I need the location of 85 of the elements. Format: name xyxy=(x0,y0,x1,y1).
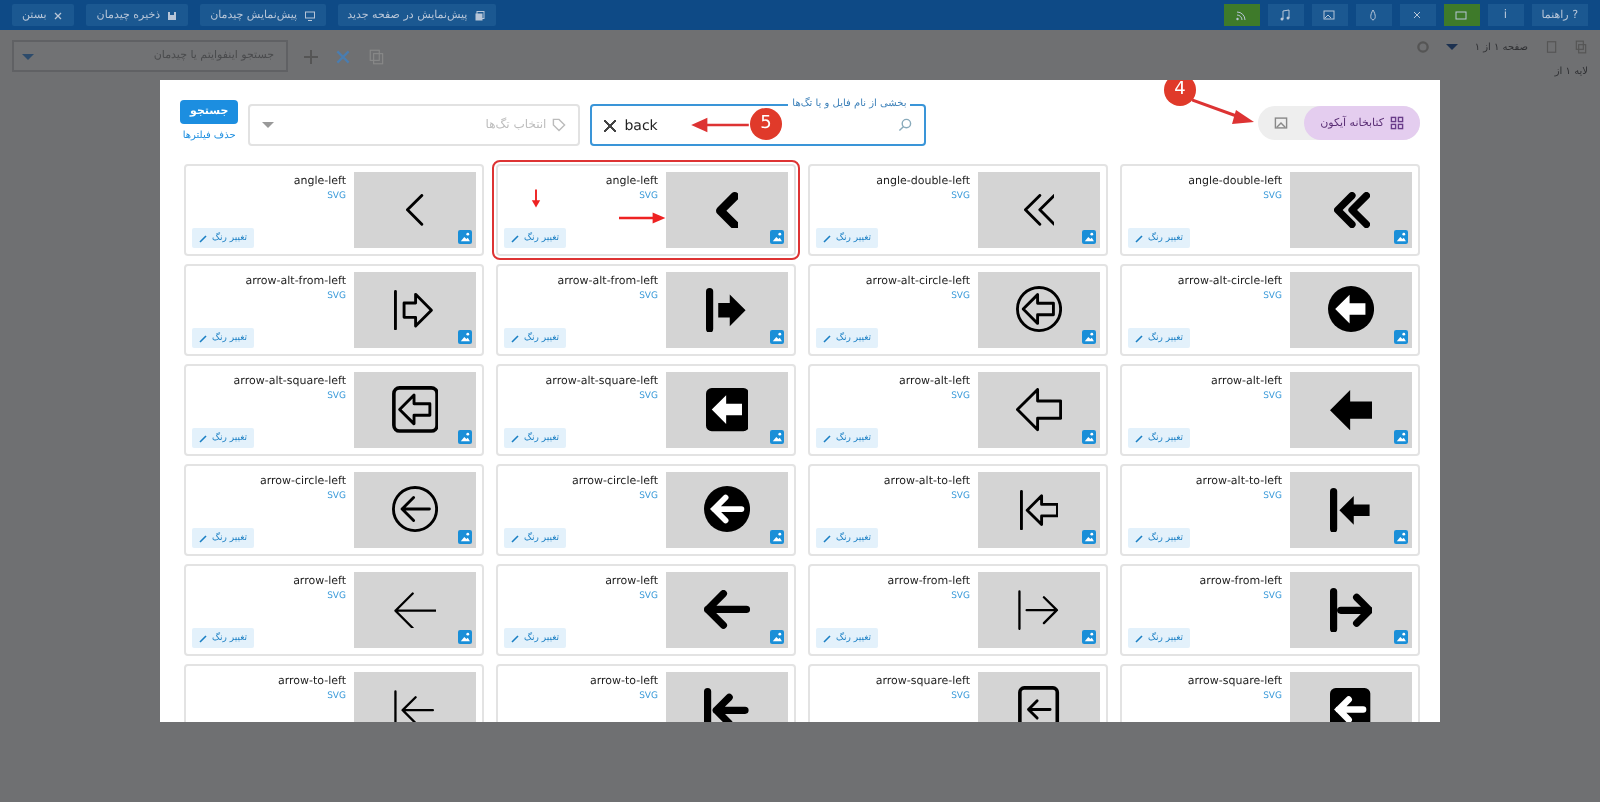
step-badge: 4 xyxy=(1164,80,1196,106)
tool-button[interactable] xyxy=(1355,4,1392,26)
arrow-icon xyxy=(703,590,751,630)
brush-icon xyxy=(510,433,520,443)
rss-icon xyxy=(1234,8,1249,22)
arrow-icon xyxy=(1329,587,1373,633)
image-icon[interactable] xyxy=(1082,230,1096,244)
image-icon[interactable] xyxy=(770,230,784,244)
caret-icon xyxy=(262,122,275,128)
annotation-arrow xyxy=(690,116,750,134)
image-icon[interactable] xyxy=(770,430,784,444)
arrow-icon xyxy=(394,689,436,722)
image-icon[interactable] xyxy=(1394,630,1408,644)
image-icon[interactable] xyxy=(1394,530,1408,544)
arrow-icon xyxy=(1330,688,1372,722)
tool-button[interactable] xyxy=(1443,4,1480,26)
caret-icon[interactable] xyxy=(1446,44,1459,50)
image-icon[interactable] xyxy=(770,530,784,544)
arrow-icon xyxy=(1018,589,1060,631)
image-icon[interactable] xyxy=(1082,630,1096,644)
image-icon xyxy=(1322,8,1337,22)
arrow-icon xyxy=(1023,194,1055,226)
arrow-icon xyxy=(1333,192,1369,228)
brush-icon xyxy=(1134,433,1144,443)
close-icon xyxy=(1410,8,1425,22)
caret-icon xyxy=(22,53,34,59)
image-icon[interactable] xyxy=(770,330,784,344)
image-icon[interactable] xyxy=(458,530,472,544)
image-icon[interactable] xyxy=(1082,330,1096,344)
arrow-icon xyxy=(393,591,437,629)
brush-icon xyxy=(510,633,520,643)
grid-icon xyxy=(1390,116,1404,130)
arrow-icon xyxy=(1329,389,1373,431)
annotation-arrow xyxy=(618,210,668,226)
arrow-icon xyxy=(394,289,436,331)
brush-icon xyxy=(1134,533,1144,543)
image-icon[interactable] xyxy=(458,230,472,244)
image-icon[interactable] xyxy=(1082,530,1096,544)
image-icon[interactable] xyxy=(458,330,472,344)
step-badge: 5 xyxy=(750,108,782,140)
brush-icon xyxy=(822,333,832,343)
search-icon xyxy=(898,118,913,132)
close-icon xyxy=(52,9,65,21)
brush-icon xyxy=(1134,633,1144,643)
image-icon[interactable] xyxy=(770,630,784,644)
tag-icon xyxy=(552,118,567,132)
image-icon[interactable] xyxy=(1082,430,1096,444)
annotation-arrow xyxy=(530,186,542,212)
annotation-arrow xyxy=(1192,98,1256,126)
copy-icon xyxy=(473,9,486,21)
brush-icon xyxy=(198,633,208,643)
image-icon[interactable] xyxy=(1394,330,1408,344)
brush-icon xyxy=(198,233,208,243)
arrow-icon xyxy=(706,287,748,333)
image-icon[interactable] xyxy=(1394,230,1408,244)
music-icon xyxy=(1278,8,1293,22)
brush-icon xyxy=(822,533,832,543)
brush-icon xyxy=(1134,333,1144,343)
brush-icon xyxy=(198,533,208,543)
arrow-icon xyxy=(1019,489,1059,531)
tool-button[interactable] xyxy=(1267,4,1304,26)
arrow-icon xyxy=(1018,686,1060,722)
brush-icon xyxy=(198,333,208,343)
brush-icon xyxy=(510,533,520,543)
brush-icon xyxy=(510,333,520,343)
brush-icon xyxy=(198,433,208,443)
brush-icon xyxy=(822,633,832,643)
brush-icon xyxy=(510,233,520,243)
brush-icon xyxy=(1134,233,1144,243)
image-icon[interactable] xyxy=(458,630,472,644)
brush-icon xyxy=(822,433,832,443)
brush-icon xyxy=(822,233,832,243)
image-icon[interactable] xyxy=(1394,430,1408,444)
arrow-icon xyxy=(704,687,750,722)
arrow-icon xyxy=(1015,388,1063,432)
tool-button[interactable] xyxy=(1223,4,1260,26)
drop-icon xyxy=(1366,8,1381,22)
image-icon xyxy=(1274,116,1289,130)
monitor-icon xyxy=(303,9,316,21)
save-icon xyxy=(166,9,179,21)
rectangle-icon xyxy=(1454,8,1469,22)
arrow-icon xyxy=(1330,487,1372,533)
clear-icon[interactable] xyxy=(604,119,617,131)
tool-button[interactable] xyxy=(1311,4,1348,26)
image-icon[interactable] xyxy=(458,430,472,444)
